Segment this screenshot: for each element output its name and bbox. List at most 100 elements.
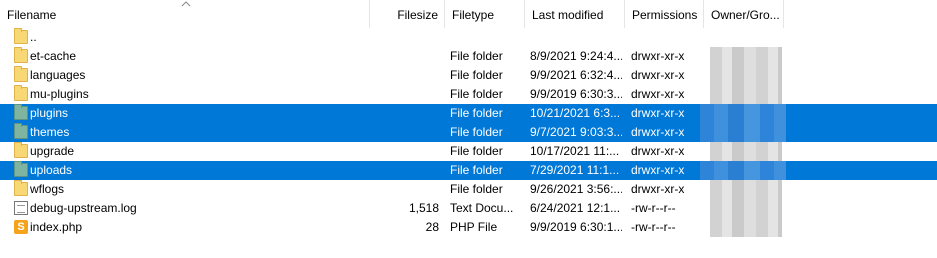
owner-group-redacted xyxy=(710,199,782,218)
owner-group-redacted xyxy=(700,161,786,180)
file-type: File folder xyxy=(450,125,503,139)
file-last-modified: 9/9/2019 6:30:1... xyxy=(530,220,622,234)
file-name: debug-upstream.log xyxy=(30,201,137,215)
owner-group-redacted xyxy=(710,85,782,104)
file-type xyxy=(450,28,525,47)
file-permissions: drwxr-xr-x xyxy=(631,49,685,63)
file-name: et-cache xyxy=(30,49,77,63)
file-type: File folder xyxy=(450,163,503,177)
file-size xyxy=(370,180,439,199)
file-row[interactable]: Sindex.php 28 PHP File 9/9/2019 6:30:1... -r… xyxy=(0,218,937,237)
file-last-modified: 8/9/2021 9:24:4... xyxy=(530,49,622,63)
file-permissions: drwxr-xr-x xyxy=(631,106,685,120)
column-header-owner-group[interactable]: Owner/Gro... xyxy=(704,0,784,28)
column-header-last-modified-label: Last modified xyxy=(532,8,604,22)
column-header-last-modified[interactable]: Last modified xyxy=(525,0,625,28)
file-row[interactable]: .. xyxy=(0,28,937,47)
folder-icon xyxy=(14,142,28,158)
file-row[interactable]: mu-plugins File folder 9/9/2019 6:30:3... d… xyxy=(0,85,937,104)
file-last-modified: 7/29/2021 11:1... xyxy=(530,163,620,177)
file-row[interactable]: et-cache File folder 8/9/2021 9:24:4... drw… xyxy=(0,47,937,66)
folder-icon xyxy=(14,28,28,44)
file-permissions: drwxr-xr-x xyxy=(631,68,685,82)
file-size xyxy=(370,104,439,123)
file-size xyxy=(370,123,439,142)
file-permissions: drwxr-xr-x xyxy=(631,144,685,158)
file-name: uploads xyxy=(30,163,73,177)
folder-icon xyxy=(14,66,28,82)
file-name: languages xyxy=(30,68,86,82)
file-permissions xyxy=(631,28,703,47)
file-permissions: drwxr-xr-x xyxy=(631,87,685,101)
file-row[interactable]: uploads File folder 7/29/2021 11:1... drwxr… xyxy=(0,161,937,180)
column-header-filesize-label: Filesize xyxy=(397,8,438,22)
file-last-modified: 9/9/2019 6:30:3... xyxy=(530,87,622,101)
file-last-modified: 9/9/2021 6:32:4... xyxy=(530,68,622,82)
file-last-modified: 6/24/2021 12:1... xyxy=(530,201,621,215)
file-row[interactable]: plugins File folder 10/21/2021 6:3... drwxr… xyxy=(0,104,937,123)
file-permissions: drwxr-xr-x xyxy=(631,125,685,139)
column-header-permissions[interactable]: Permissions xyxy=(625,0,704,28)
file-name: upgrade xyxy=(30,144,75,158)
file-type: File folder xyxy=(450,182,503,196)
file-name: index.php xyxy=(30,220,83,234)
file-size xyxy=(370,47,439,66)
column-header-filename-label: Filename xyxy=(7,8,57,22)
column-header-bar: Filename Filesize Filetype Last modified… xyxy=(0,0,937,28)
folder-icon xyxy=(14,180,28,196)
file-row[interactable]: themes File folder 9/7/2021 9:03:3... drwxr… xyxy=(0,123,937,142)
file-type: File folder xyxy=(450,87,503,101)
sort-ascending-icon xyxy=(181,1,191,7)
file-permissions: -rw-r--r-- xyxy=(631,201,676,215)
owner-group-redacted xyxy=(700,123,786,142)
file-type: Text Docu... xyxy=(450,201,514,215)
file-type: PHP File xyxy=(450,220,498,234)
file-row[interactable]: debug-upstream.log 1,518 Text Docu... 6/24/… xyxy=(0,199,937,218)
file-size: 1,518 xyxy=(408,201,439,215)
folder-icon xyxy=(14,161,28,177)
file-size xyxy=(370,66,439,85)
folder-icon xyxy=(14,85,28,101)
column-header-filesize[interactable]: Filesize xyxy=(370,0,445,28)
folder-icon xyxy=(14,104,28,120)
owner-group-redacted xyxy=(710,142,782,161)
file-name: wflogs xyxy=(30,182,65,196)
file-type: File folder xyxy=(450,106,503,120)
file-size xyxy=(370,85,439,104)
file-name: plugins xyxy=(30,106,69,120)
column-header-filetype[interactable]: Filetype xyxy=(445,0,525,28)
file-name: themes xyxy=(30,125,70,139)
file-last-modified xyxy=(530,28,622,47)
file-permissions: -rw-r--r-- xyxy=(631,220,676,234)
folder-icon xyxy=(14,47,28,63)
file-size xyxy=(370,142,439,161)
owner-group-redacted xyxy=(710,47,782,66)
file-last-modified: 9/7/2021 9:03:3... xyxy=(530,125,622,139)
file-row[interactable]: wflogs File folder 9/26/2021 3:56:... drwxr… xyxy=(0,180,937,199)
file-size: 28 xyxy=(425,220,439,234)
owner-group-redacted xyxy=(700,104,786,123)
folder-icon xyxy=(14,123,28,139)
file-type: File folder xyxy=(450,68,503,82)
file-last-modified: 10/21/2021 6:3... xyxy=(530,106,621,120)
php-file-icon: S xyxy=(14,220,28,234)
column-header-filetype-label: Filetype xyxy=(452,8,495,22)
file-row[interactable]: languages File folder 9/9/2021 6:32:4... dr… xyxy=(0,66,937,85)
column-header-permissions-label: Permissions xyxy=(632,8,698,22)
file-type: File folder xyxy=(450,144,503,158)
file-permissions: drwxr-xr-x xyxy=(631,182,685,196)
file-last-modified: 9/26/2021 3:56:... xyxy=(530,182,622,196)
owner-group-redacted xyxy=(710,66,782,85)
file-type: File folder xyxy=(450,49,503,63)
file-row[interactable]: upgrade File folder 10/17/2021 11:... drwxr… xyxy=(0,142,937,161)
file-name: .. xyxy=(30,30,37,44)
file-name: mu-plugins xyxy=(30,87,89,101)
text-file-icon xyxy=(14,201,28,215)
file-permissions: drwxr-xr-x xyxy=(631,163,685,177)
owner-group-redacted xyxy=(710,218,782,237)
owner-group-redacted xyxy=(710,180,782,199)
file-last-modified: 10/17/2021 11:... xyxy=(530,144,620,158)
column-header-owner-group-label: Owner/Gro... xyxy=(711,8,780,22)
file-size xyxy=(370,161,439,180)
file-size xyxy=(370,28,439,47)
